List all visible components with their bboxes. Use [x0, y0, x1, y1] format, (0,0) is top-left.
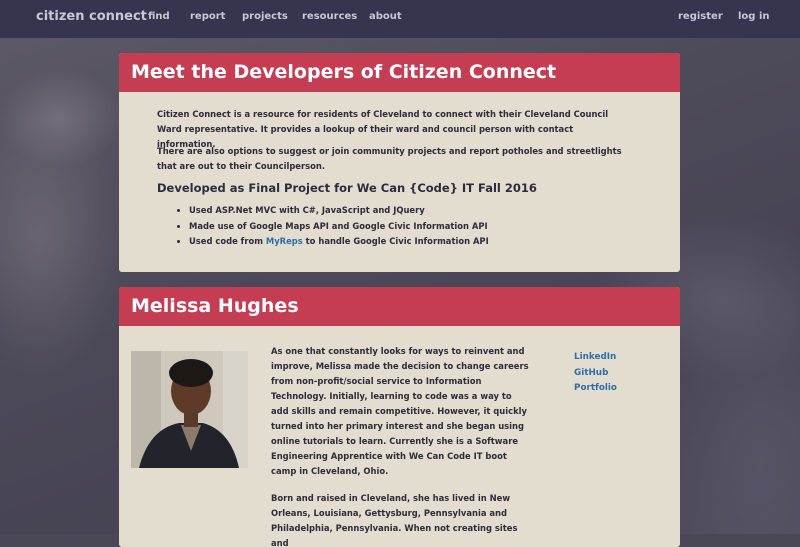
nav-resources[interactable]: resources — [302, 11, 357, 22]
nav-find[interactable]: find — [148, 11, 170, 22]
feature-item: Used ASP.Net MVC with C#, JavaScript and… — [189, 203, 609, 219]
myreps-link[interactable]: MyReps — [266, 236, 303, 246]
portfolio-link[interactable]: Portfolio — [574, 381, 617, 397]
github-link[interactable]: GitHub — [574, 366, 617, 382]
intro-paragraph-2: There are also options to suggest or joi… — [157, 146, 622, 171]
linkedin-link[interactable]: LinkedIn — [574, 350, 617, 366]
brand-logo[interactable]: citizen connect — [36, 9, 147, 24]
feature-item-prefix: Used code from — [189, 236, 266, 246]
developer-photo — [131, 351, 248, 468]
bio-paragraph-1: As one that constantly looks for ways to… — [271, 346, 529, 476]
nav-login[interactable]: log in — [738, 11, 769, 22]
intro-subheading: Developed as Final Project for We Can {C… — [157, 181, 537, 195]
feature-item-suffix: to handle Google Civic Information API — [302, 236, 489, 246]
developer-panel: Melissa Hughes As one that constantly lo… — [119, 287, 680, 547]
nav-report[interactable]: report — [190, 11, 225, 22]
intro-title: Meet the Developers of Citizen Connect — [119, 53, 680, 92]
intro-panel: Meet the Developers of Citizen Connect C… — [119, 53, 680, 272]
developer-name: Melissa Hughes — [119, 287, 680, 326]
nav-register[interactable]: register — [678, 11, 723, 22]
nav-projects[interactable]: projects — [242, 11, 288, 22]
portrait-image — [131, 351, 248, 468]
feature-list: Used ASP.Net MVC with C#, JavaScript and… — [163, 203, 609, 250]
nav-about[interactable]: about — [369, 11, 402, 22]
profile-links: LinkedIn GitHub Portfolio — [574, 350, 617, 397]
navbar: citizen connect find report projects res… — [0, 0, 800, 38]
feature-item: Made use of Google Maps API and Google C… — [189, 219, 609, 235]
feature-item: Used code from MyReps to handle Google C… — [189, 234, 609, 250]
bio-paragraph-2: Born and raised in Cleveland, she has li… — [271, 493, 518, 547]
